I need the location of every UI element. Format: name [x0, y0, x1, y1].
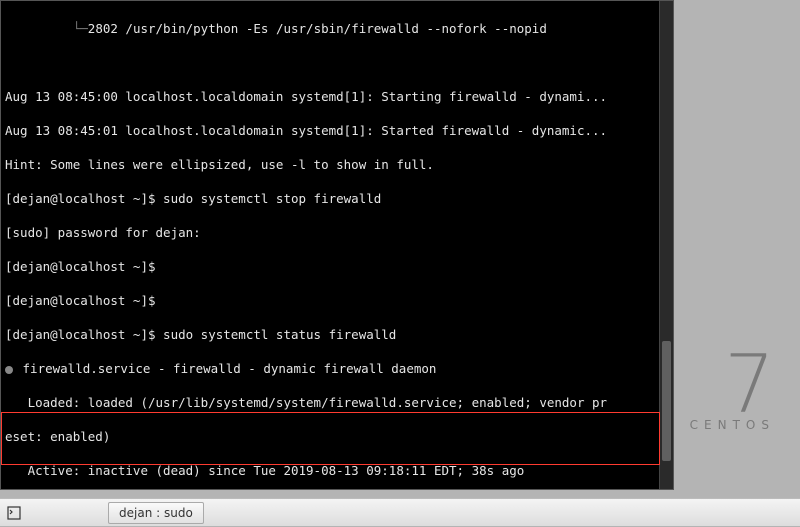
wallpaper-os: CENTOS	[690, 419, 775, 431]
terminal-scrollbar[interactable]	[659, 1, 673, 489]
terminal-window[interactable]: └─2802 /usr/bin/python -Es /usr/sbin/fir…	[0, 0, 674, 490]
taskbar[interactable]: dejan : sudo	[0, 498, 800, 526]
terminal-line: [dejan@localhost ~]$	[5, 258, 655, 275]
terminal-line: └─2802 /usr/bin/python -Es /usr/sbin/fir…	[5, 20, 655, 37]
taskbar-item-terminal[interactable]: dejan : sudo	[108, 502, 204, 524]
terminal-line: Aug 13 08:45:01 localhost.localdomain sy…	[5, 122, 655, 139]
terminal-app-icon	[7, 506, 21, 520]
scrollbar-thumb[interactable]	[662, 341, 671, 461]
terminal-line: firewalld.service - firewalld - dynamic …	[5, 360, 655, 377]
wallpaper-version: 7	[690, 345, 775, 425]
terminal-line: [sudo] password for dejan:	[5, 224, 655, 241]
menu-icon[interactable]	[0, 499, 28, 527]
wallpaper-branding: 7 CENTOS	[690, 345, 775, 431]
terminal-line: [dejan@localhost ~]$ sudo systemctl stat…	[5, 326, 655, 343]
terminal-line: Hint: Some lines were ellipsized, use -l…	[5, 156, 655, 173]
terminal-line: Loaded: loaded (/usr/lib/systemd/system/…	[5, 394, 655, 411]
taskbar-item-label: dejan : sudo	[119, 506, 193, 520]
terminal-line: Aug 13 08:45:00 localhost.localdomain sy…	[5, 88, 655, 105]
terminal-line: Active: inactive (dead) since Tue 2019-0…	[5, 462, 655, 479]
terminal-line	[5, 54, 655, 71]
terminal-line: eset: enabled)	[5, 428, 655, 445]
terminal-line: [dejan@localhost ~]$ sudo systemctl stop…	[5, 190, 655, 207]
status-dot-icon	[5, 366, 13, 374]
terminal-body[interactable]: └─2802 /usr/bin/python -Es /usr/sbin/fir…	[1, 1, 659, 489]
terminal-line: [dejan@localhost ~]$	[5, 292, 655, 309]
